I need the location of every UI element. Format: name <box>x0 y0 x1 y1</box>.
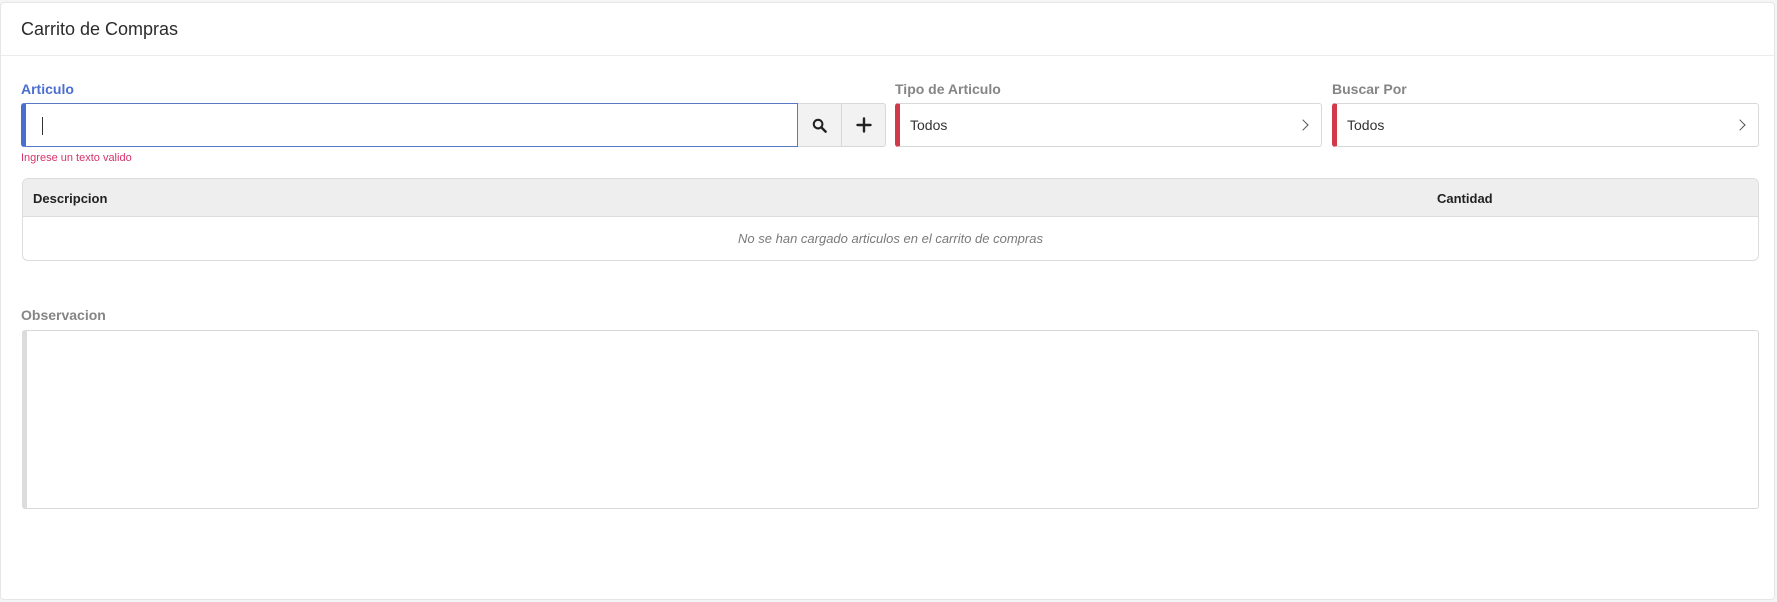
cart-table: Descripcion Cantidad No se han cargado a… <box>22 178 1759 261</box>
buscar-por-select[interactable]: Todos <box>1332 103 1759 147</box>
cart-table-header: Descripcion Cantidad <box>23 179 1758 217</box>
buscar-por-label: Buscar Por <box>1332 81 1407 97</box>
cart-empty-message: No se han cargado articulos en el carrit… <box>738 231 1043 246</box>
observacion-textarea-wrapper <box>22 330 1759 509</box>
articulo-error-message: Ingrese un texto valido <box>21 152 132 164</box>
text-caret <box>42 117 43 135</box>
articulo-input-wrapper[interactable] <box>21 103 798 147</box>
buscar-por-value: Todos <box>1347 117 1385 133</box>
observacion-textarea[interactable] <box>27 331 1758 508</box>
column-header-descripcion: Descripcion <box>33 191 108 206</box>
observacion-label: Observacion <box>21 307 106 323</box>
articulo-search-group <box>21 103 886 147</box>
chevron-right-icon <box>1297 119 1309 131</box>
articulo-input[interactable] <box>36 115 797 135</box>
tipo-articulo-value: Todos <box>910 117 948 133</box>
search-button[interactable] <box>798 103 842 147</box>
tipo-articulo-select[interactable]: Todos <box>895 103 1322 147</box>
articulo-label: Articulo <box>21 81 74 97</box>
add-article-button[interactable] <box>842 103 886 147</box>
search-icon <box>812 118 827 133</box>
page-title: Carrito de Compras <box>21 18 179 39</box>
column-header-cantidad: Cantidad <box>1437 191 1493 206</box>
chevron-right-icon <box>1734 119 1746 131</box>
shopping-cart-card: Carrito de Compras Articulo Ingrese un t… <box>0 2 1775 600</box>
card-header: Carrito de Compras <box>1 3 1774 56</box>
plus-icon <box>855 117 872 133</box>
tipo-articulo-label: Tipo de Articulo <box>895 81 1001 97</box>
